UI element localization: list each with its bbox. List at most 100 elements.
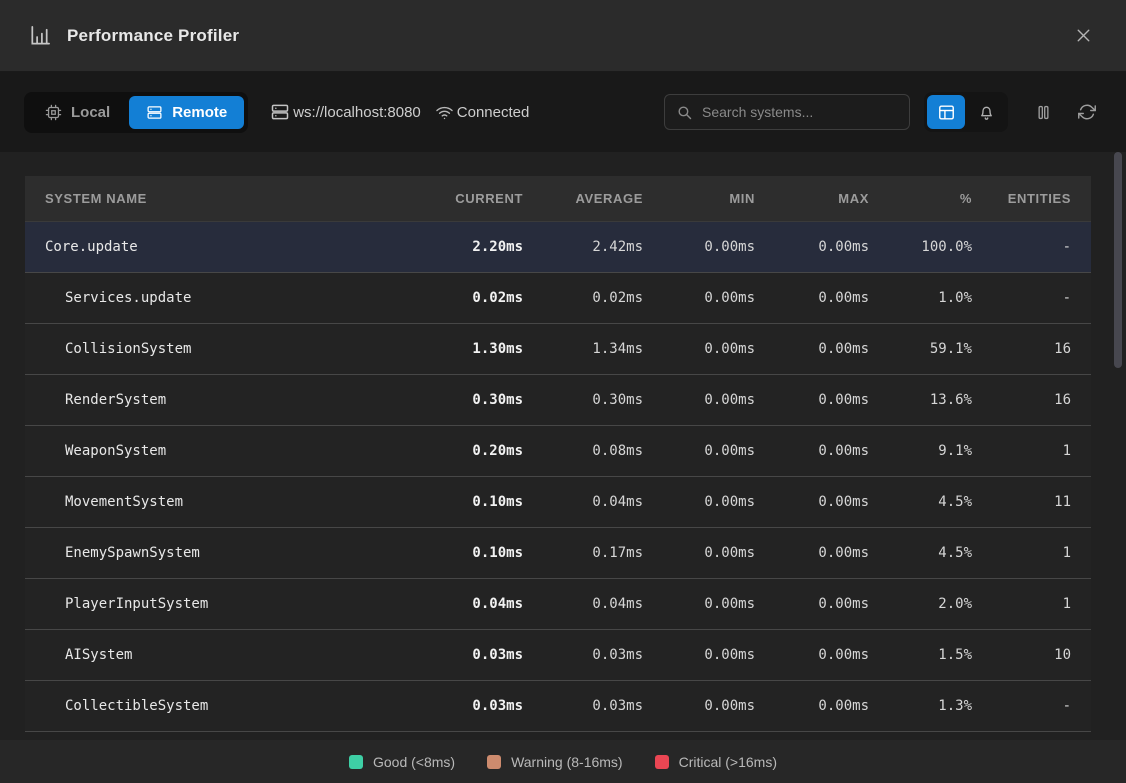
table-row[interactable]: CollisionSystem 1.30ms 1.34ms 0.00ms 0.0… [25, 324, 1091, 375]
cell-max: 0.00ms [755, 239, 869, 255]
cell-current: 0.10ms [408, 494, 523, 510]
column-header-min[interactable]: MIN [643, 191, 755, 206]
refresh-button[interactable] [1072, 97, 1102, 127]
cell-percent: 4.5% [869, 494, 972, 510]
legend-item: Critical (>16ms) [655, 754, 777, 770]
cell-current: 2.20ms [408, 239, 523, 255]
cell-min: 0.00ms [643, 596, 755, 612]
local-mode-button[interactable]: Local [28, 96, 127, 129]
page-title: Performance Profiler [67, 26, 239, 46]
cell-system-name: AISystem [45, 647, 408, 663]
table-row[interactable]: EnemySpawnSystem 0.10ms 0.17ms 0.00ms 0.… [25, 528, 1091, 579]
wifi-icon [435, 103, 454, 122]
cell-entities: 10 [972, 647, 1071, 663]
toolbar: Local Remote [0, 72, 1126, 152]
cell-min: 0.00ms [643, 290, 755, 306]
cell-max: 0.00ms [755, 443, 869, 459]
pause-icon [1034, 103, 1053, 122]
legend-item: Good (<8ms) [349, 754, 455, 770]
remote-mode-label: Remote [172, 104, 227, 121]
legend: Good (<8ms) Warning (8-16ms) Critical (>… [0, 740, 1126, 783]
cell-percent: 4.5% [869, 545, 972, 561]
table-row[interactable]: WeaponSystem 0.20ms 0.08ms 0.00ms 0.00ms… [25, 426, 1091, 477]
cell-max: 0.00ms [755, 494, 869, 510]
cell-average: 0.30ms [523, 392, 643, 408]
cell-entities: 16 [972, 341, 1071, 357]
cell-current: 0.02ms [408, 290, 523, 306]
search-input[interactable] [702, 104, 898, 120]
cell-min: 0.00ms [643, 698, 755, 714]
connection-info: ws://localhost:8080 [270, 102, 421, 122]
view-toggle-group [924, 92, 1008, 132]
table-row[interactable]: AISystem 0.03ms 0.03ms 0.00ms 0.00ms 1.5… [25, 630, 1091, 681]
cell-percent: 100.0% [869, 239, 972, 255]
cell-max: 0.00ms [755, 392, 869, 408]
legend-label: Warning (8-16ms) [511, 754, 623, 770]
cell-min: 0.00ms [643, 443, 755, 459]
search-box [664, 94, 910, 130]
cell-percent: 2.0% [869, 596, 972, 612]
cell-min: 0.00ms [643, 545, 755, 561]
window-header: Performance Profiler [0, 0, 1126, 72]
cell-system-name: Services.update [45, 290, 408, 306]
connection-status-label: Connected [457, 104, 530, 121]
cell-entities: 1 [972, 545, 1071, 561]
close-button[interactable] [1069, 21, 1098, 50]
cell-current: 0.03ms [408, 647, 523, 663]
table-header-row: SYSTEM NAME CURRENT AVERAGE MIN MAX % EN… [25, 176, 1091, 222]
cell-max: 0.00ms [755, 545, 869, 561]
cell-current: 0.04ms [408, 596, 523, 612]
connection-url: ws://localhost:8080 [293, 104, 421, 121]
column-header-system-name[interactable]: SYSTEM NAME [45, 191, 408, 206]
cell-percent: 1.3% [869, 698, 972, 714]
refresh-icon [1078, 103, 1096, 121]
table-row[interactable]: CollectibleSystem 0.03ms 0.03ms 0.00ms 0… [25, 681, 1091, 732]
cell-average: 0.04ms [523, 596, 643, 612]
table-row[interactable]: MovementSystem 0.10ms 0.04ms 0.00ms 0.00… [25, 477, 1091, 528]
cell-average: 0.17ms [523, 545, 643, 561]
cell-system-name: WeaponSystem [45, 443, 408, 459]
cell-entities: 11 [972, 494, 1071, 510]
cell-percent: 1.0% [869, 290, 972, 306]
bell-icon [977, 103, 996, 122]
legend-swatch [349, 755, 363, 769]
cell-current: 0.20ms [408, 443, 523, 459]
cell-entities: 1 [972, 596, 1071, 612]
cell-current: 0.10ms [408, 545, 523, 561]
table-view-button[interactable] [927, 95, 965, 129]
cell-max: 0.00ms [755, 341, 869, 357]
cell-current: 0.30ms [408, 392, 523, 408]
cell-min: 0.00ms [643, 341, 755, 357]
cpu-icon [45, 104, 62, 121]
column-header-average[interactable]: AVERAGE [523, 191, 643, 206]
bar-chart-icon [28, 24, 51, 47]
legend-swatch [487, 755, 501, 769]
column-header-entities[interactable]: ENTITIES [972, 191, 1071, 206]
cell-average: 1.34ms [523, 341, 643, 357]
alerts-button[interactable] [967, 95, 1005, 129]
cell-average: 2.42ms [523, 239, 643, 255]
cell-min: 0.00ms [643, 647, 755, 663]
scrollbar-thumb[interactable] [1114, 152, 1122, 368]
table-row[interactable]: Core.update 2.20ms 2.42ms 0.00ms 0.00ms … [25, 222, 1091, 273]
column-header-percent[interactable]: % [869, 191, 972, 206]
cell-system-name: PlayerInputSystem [45, 596, 408, 612]
cell-system-name: EnemySpawnSystem [45, 545, 408, 561]
server-icon [270, 102, 290, 122]
column-header-current[interactable]: CURRENT [408, 191, 523, 206]
cell-max: 0.00ms [755, 596, 869, 612]
table-row[interactable]: RenderSystem 0.30ms 0.30ms 0.00ms 0.00ms… [25, 375, 1091, 426]
cell-average: 0.04ms [523, 494, 643, 510]
cell-system-name: MovementSystem [45, 494, 408, 510]
search-icon [676, 104, 693, 121]
remote-mode-button[interactable]: Remote [129, 96, 244, 129]
cell-max: 0.00ms [755, 698, 869, 714]
pause-button[interactable] [1028, 97, 1058, 127]
cell-entities: 1 [972, 443, 1071, 459]
cell-percent: 13.6% [869, 392, 972, 408]
cell-average: 0.03ms [523, 647, 643, 663]
column-header-max[interactable]: MAX [755, 191, 869, 206]
table-row[interactable]: Services.update 0.02ms 0.02ms 0.00ms 0.0… [25, 273, 1091, 324]
table-row[interactable]: PlayerInputSystem 0.04ms 0.04ms 0.00ms 0… [25, 579, 1091, 630]
cell-percent: 59.1% [869, 341, 972, 357]
